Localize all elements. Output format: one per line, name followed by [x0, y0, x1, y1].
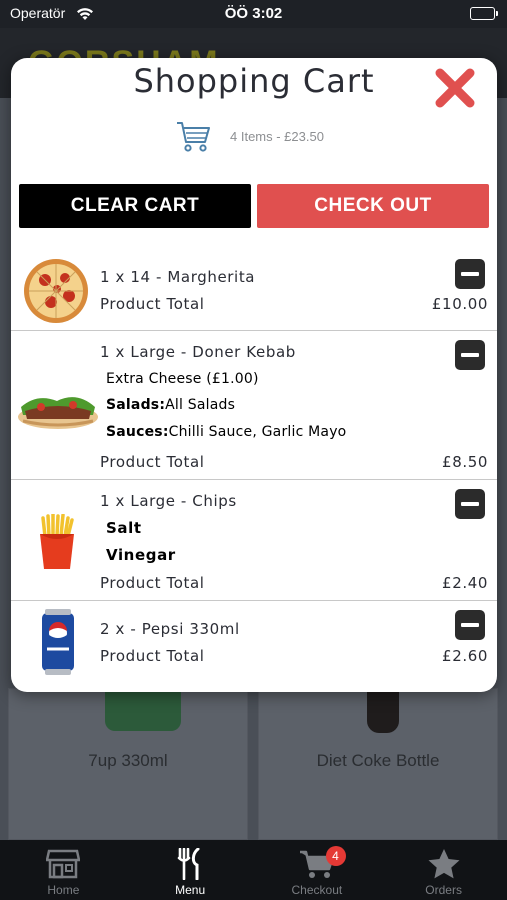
close-button[interactable]: [433, 66, 477, 110]
close-icon: [435, 68, 475, 108]
battery-icon: [470, 7, 498, 20]
item-total-label: Product Total: [100, 295, 205, 313]
pizza-image: [23, 258, 89, 328]
menu-card[interactable]: 7up 330ml: [8, 677, 248, 840]
cart-summary-text: 4 Items - £23.50: [230, 128, 324, 144]
modal-title: Shopping Cart: [133, 62, 375, 100]
tab-bar: Home Menu Checkout 4 Orders: [0, 840, 507, 900]
item-option: Sauces:Chilli Sauce, Garlic Mayo: [106, 424, 346, 440]
tab-orders-label: Orders: [425, 883, 462, 897]
tab-checkout[interactable]: Checkout 4: [254, 840, 381, 900]
item-price: £8.50: [442, 453, 488, 471]
star-icon: [427, 848, 461, 880]
clear-cart-button[interactable]: CLEAR CART: [19, 184, 251, 228]
item-price: £10.00: [431, 295, 488, 313]
menu-card-title: Diet Coke Bottle: [316, 751, 440, 770]
cart-items-list: 1 x 14 - Margherita Product Total £10.00…: [11, 250, 497, 692]
option-value: All Salads: [165, 397, 236, 413]
check-out-button[interactable]: CHECK OUT: [257, 184, 489, 228]
tab-menu-label: Menu: [175, 883, 206, 897]
cart-icon: [176, 118, 212, 154]
item-total-label: Product Total: [100, 453, 205, 471]
cart-count-badge: 4: [325, 846, 346, 866]
option-value: Chilli Sauce, Garlic Mayo: [168, 424, 347, 440]
remove-item-button[interactable]: [455, 259, 485, 289]
item-option: Vinegar: [106, 546, 176, 564]
chips-image: [37, 512, 77, 574]
menu-card[interactable]: Diet Coke Bottle: [258, 677, 498, 840]
cart-item: 2 x - Pepsi 330ml Product Total £2.60: [11, 601, 497, 692]
cart-item: 1 x Large - Doner Kebab Extra Cheese (£1…: [11, 331, 497, 480]
cart-item: 1 x Large - Chips Salt Vinegar Product T…: [11, 480, 497, 601]
remove-item-button[interactable]: [455, 610, 485, 640]
tab-checkout-label: Checkout: [291, 883, 343, 897]
item-name: 2 x - Pepsi 330ml: [100, 620, 240, 638]
item-name: 1 x Large - Doner Kebab: [100, 343, 296, 361]
item-price: £2.60: [442, 647, 488, 665]
item-name: 1 x Large - Chips: [100, 492, 237, 510]
kebab-image: [17, 383, 99, 435]
pepsi-can-image: [41, 609, 75, 679]
item-total-label: Product Total: [100, 647, 205, 665]
option-value: Extra Cheese (£1.00): [106, 371, 259, 387]
item-total-label: Product Total: [100, 574, 205, 592]
store-icon: [46, 848, 81, 880]
cart-item: 1 x 14 - Margherita Product Total £10.00: [11, 250, 497, 331]
item-name: 1 x 14 - Margherita: [100, 268, 256, 286]
clock: ÖÖ 3:02: [224, 5, 283, 22]
item-option: Extra Cheese (£1.00): [106, 371, 259, 387]
remove-item-button[interactable]: [455, 489, 485, 519]
cart-summary: 4 Items - £23.50: [176, 118, 324, 154]
option-label: Sauces:: [106, 424, 169, 440]
tab-home-label: Home: [47, 883, 80, 897]
tab-menu[interactable]: Menu: [127, 840, 254, 900]
status-bar: Operatör ÖÖ 3:02: [0, 0, 507, 28]
fork-knife-icon: [176, 848, 204, 880]
item-option: Salads:All Salads: [106, 397, 235, 413]
item-option: Salt: [106, 519, 142, 537]
shopping-cart-modal: Shopping Cart 4 Items - £23.50 CLEAR CAR…: [11, 58, 497, 692]
tab-orders[interactable]: Orders: [380, 840, 507, 900]
tab-home[interactable]: Home: [0, 840, 127, 900]
option-label: Salads:: [106, 397, 166, 413]
menu-card-title: 7up 330ml: [88, 751, 168, 770]
item-price: £2.40: [442, 574, 488, 592]
remove-item-button[interactable]: [455, 340, 485, 370]
